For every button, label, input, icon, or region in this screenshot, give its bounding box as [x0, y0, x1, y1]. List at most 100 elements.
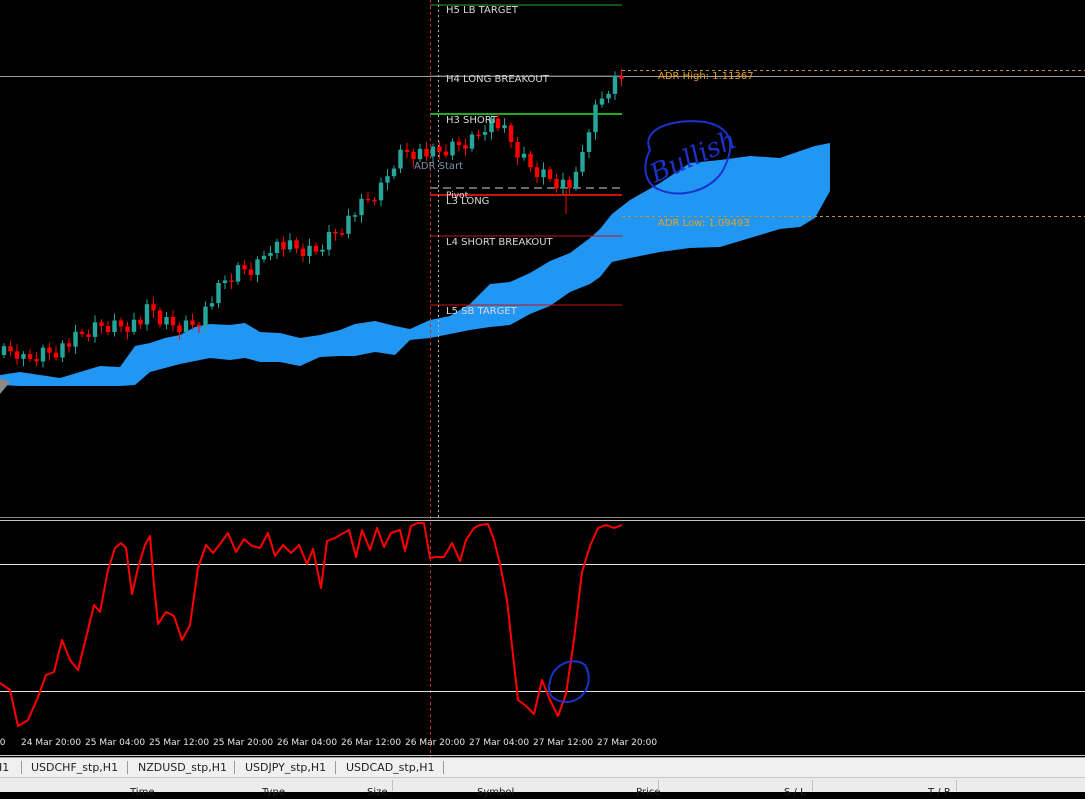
- candlestick: [300, 243, 306, 262]
- candle-body: [534, 167, 540, 178]
- candle-body: [209, 303, 215, 307]
- time-axis-tick: 24 Mar 20:00: [21, 738, 82, 748]
- candlestick: [242, 260, 247, 274]
- chart-tab[interactable]: NZDUSD_stp,H1: [134, 760, 231, 776]
- candlestick: [27, 349, 33, 362]
- column-header-type[interactable]: Type: [262, 786, 285, 799]
- l5-level-label: L5 SB TARGET: [446, 306, 517, 317]
- time-axis-tick: 27 Mar 12:00: [533, 738, 594, 748]
- candle-body: [177, 325, 182, 333]
- column-divider: [658, 780, 659, 791]
- candlestick: [164, 311, 169, 329]
- chart-tab-bar: H1 USDCHF_stp,H1 NZDUSD_stp,H1 USDJPY_st…: [0, 757, 1085, 777]
- candle-body: [482, 132, 488, 135]
- candle-body: [268, 253, 273, 256]
- candle-body: [196, 324, 202, 327]
- chart-tab[interactable]: USDCHF_stp,H1: [27, 760, 122, 776]
- candlestick: [359, 193, 364, 223]
- candlestick: [255, 256, 260, 283]
- chart-tab[interactable]: H1: [0, 760, 13, 776]
- column-header-size[interactable]: Size: [367, 786, 388, 799]
- time-axis-tick: 27 Mar 20:00: [597, 738, 658, 748]
- column-header-tp[interactable]: T / P: [928, 786, 950, 799]
- candlestick: [1, 343, 7, 358]
- candlestick: [521, 146, 527, 161]
- time-axis-tick: 00: [0, 738, 6, 748]
- candle-body: [53, 352, 59, 358]
- candle-body: [359, 198, 364, 216]
- candle-body: [352, 215, 358, 217]
- candlestick: [92, 315, 98, 343]
- candle-body: [515, 142, 520, 158]
- candlestick: [47, 342, 52, 361]
- candlestick: [352, 212, 358, 222]
- candle-body: [255, 259, 260, 275]
- candlestick: [138, 316, 143, 329]
- candle-body: [261, 255, 267, 260]
- candle-body: [385, 176, 390, 183]
- candlestick: [365, 191, 371, 203]
- candlestick: [281, 236, 286, 257]
- candle-body: [8, 346, 13, 352]
- candlestick: [424, 141, 429, 161]
- candlestick: [469, 131, 475, 152]
- time-axis-tick: 26 Mar 20:00: [405, 738, 466, 748]
- candlestick: [307, 238, 312, 264]
- candle-body: [313, 245, 319, 252]
- candlestick: [450, 138, 455, 160]
- column-header-price[interactable]: Price: [636, 786, 660, 799]
- candle-body: [47, 347, 52, 353]
- candlestick: [378, 177, 384, 207]
- candle-body: [190, 320, 195, 325]
- column-header-sl[interactable]: S / L: [784, 786, 806, 799]
- candlestick: [482, 125, 488, 141]
- column-header-symbol[interactable]: Symbol: [477, 786, 514, 799]
- candle-body: [430, 146, 436, 157]
- candle-body: [469, 134, 475, 149]
- h4-level-label: H4 LONG BREAKOUT: [446, 74, 549, 85]
- candle-body: [14, 351, 20, 359]
- candlestick: [554, 173, 559, 193]
- candlestick: [248, 262, 254, 281]
- candle-body: [203, 306, 208, 327]
- h5-level-label: H5 LB TARGET: [446, 5, 518, 16]
- candle-body: [307, 245, 312, 256]
- price-chart-canvas[interactable]: Bullish: [0, 0, 1085, 792]
- candlestick: [14, 344, 20, 365]
- candlestick: [320, 244, 325, 257]
- adr-high-label: ADR High: 1.11367: [658, 71, 754, 82]
- candlestick: [125, 321, 130, 340]
- candlestick: [502, 118, 507, 133]
- candle-body: [443, 151, 449, 156]
- tab-divider: [335, 761, 336, 774]
- candlestick: [567, 176, 572, 196]
- oscillator-subwindow: [0, 522, 623, 727]
- candle-body: [411, 151, 416, 160]
- candle-body: [281, 241, 286, 250]
- time-axis-tick: 25 Mar 04:00: [85, 738, 146, 748]
- candlestick: [456, 136, 462, 152]
- candlestick: [287, 233, 293, 253]
- candlestick: [294, 237, 299, 254]
- candle-body: [183, 320, 189, 333]
- candlestick: [190, 313, 195, 330]
- kumo-cloud: [0, 143, 830, 386]
- oscillator-line: [0, 522, 623, 727]
- candlestick: [398, 144, 403, 174]
- candle-body: [60, 343, 65, 358]
- candlestick: [326, 225, 332, 256]
- candlestick: [443, 144, 449, 159]
- h3-level-label: H3 SHORT: [446, 115, 498, 126]
- chart-tab[interactable]: USDJPY_stp,H1: [241, 760, 330, 776]
- candlestick: [34, 352, 39, 366]
- chart-tab[interactable]: USDCAD_stp,H1: [342, 760, 438, 776]
- candlestick: [404, 142, 410, 158]
- candle-body: [339, 233, 345, 235]
- candle-body: [73, 331, 78, 347]
- candle-body: [508, 125, 514, 142]
- candle-body: [437, 146, 442, 152]
- candlestick: [580, 144, 585, 177]
- tab-divider: [234, 761, 235, 774]
- l4-level-label: L4 SHORT BREAKOUT: [446, 237, 553, 248]
- column-header-time[interactable]: Time: [130, 786, 154, 799]
